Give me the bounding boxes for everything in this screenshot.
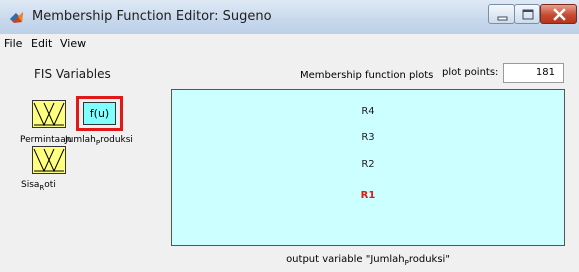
input-label-sisa-roti: SisaRoti <box>21 180 56 192</box>
close-icon <box>553 8 566 21</box>
menu-bar: File Edit View <box>0 34 579 52</box>
output-variable-caption: output variable "JumlahProduksi" <box>286 254 450 267</box>
fis-variables-heading: FIS Variables <box>34 67 111 81</box>
membership-function-editor-window: Membership Function Editor: Sugeno File … <box>0 0 579 272</box>
plot-points-input[interactable]: 181 <box>503 63 564 83</box>
membership-function-icon <box>33 102 65 127</box>
menu-view[interactable]: View <box>60 37 86 50</box>
plot-points-label: plot points: <box>442 67 499 78</box>
membership-function-plot-area[interactable]: R4 R3 R2 R1 <box>171 89 565 246</box>
membership-function-plots-title: Membership function plots <box>300 70 434 81</box>
mf-label-r2[interactable]: R2 <box>172 159 564 170</box>
membership-function-icon <box>33 148 65 173</box>
minimize-icon <box>497 16 508 21</box>
minimize-button[interactable] <box>488 4 515 24</box>
menu-edit[interactable]: Edit <box>31 37 52 50</box>
close-button[interactable] <box>540 4 577 24</box>
output-label-jumlah-produksi: JumlahProduksi <box>65 135 133 147</box>
title-bar[interactable]: Membership Function Editor: Sugeno <box>0 0 579 35</box>
input-variable-sisa-roti[interactable] <box>32 146 66 174</box>
menu-file[interactable]: File <box>4 37 22 50</box>
maximize-button[interactable] <box>514 4 540 24</box>
input-label-permintaan: Permintaan <box>20 135 72 145</box>
window-title: Membership Function Editor: Sugeno <box>32 9 272 24</box>
matlab-icon <box>10 12 23 23</box>
output-variable-jumlah-produksi[interactable]: f(u) <box>83 102 116 125</box>
mf-label-r4[interactable]: R4 <box>172 106 564 117</box>
selected-output-highlight: f(u) <box>76 96 123 131</box>
mf-label-r3[interactable]: R3 <box>172 132 564 143</box>
maximize-icon <box>522 9 534 20</box>
input-variable-permintaan[interactable] <box>32 100 66 128</box>
mf-label-r1-selected[interactable]: R1 <box>172 190 564 201</box>
